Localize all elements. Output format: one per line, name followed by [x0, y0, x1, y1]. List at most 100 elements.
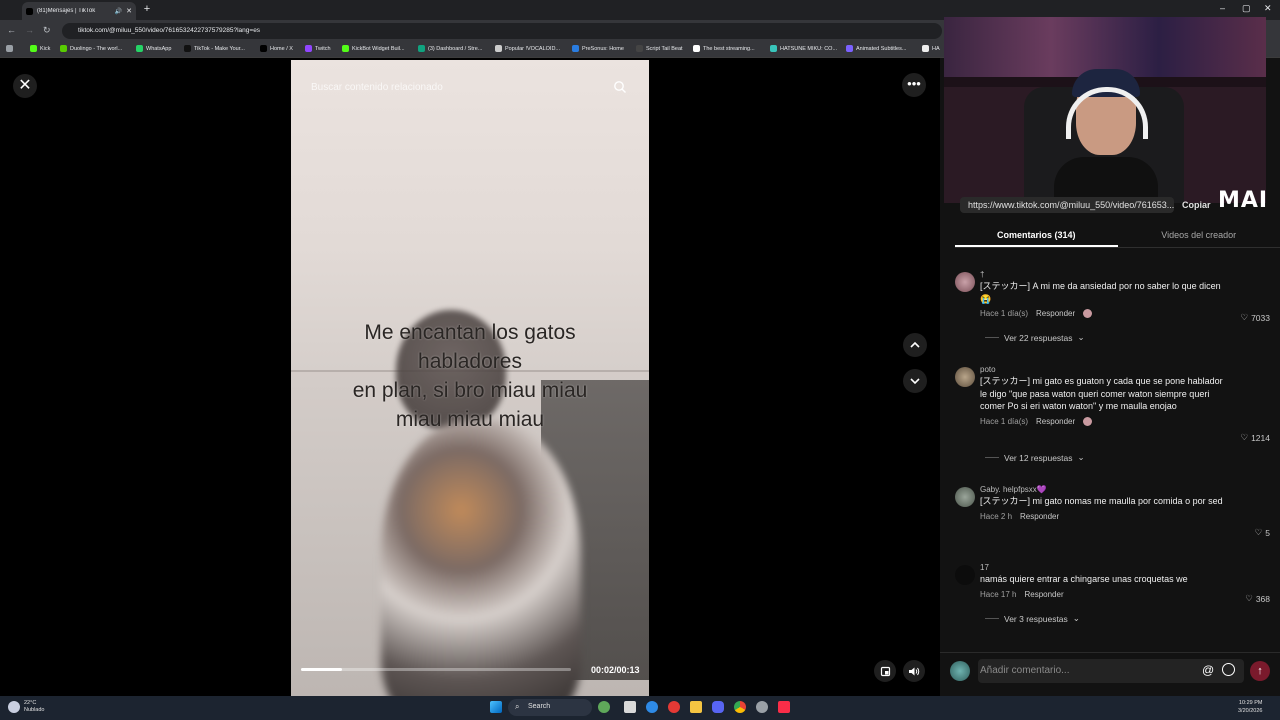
window-close-icon[interactable]: ✕ — [1264, 3, 1272, 14]
view-replies-label: Ver 12 respuestas — [1004, 452, 1073, 463]
bookmark-item[interactable]: HATSUNE MIKU: CO... — [770, 45, 837, 52]
minimize-icon[interactable]: – — [1220, 3, 1225, 13]
next-video-button[interactable] — [903, 369, 927, 393]
share-link-row: https://www.tiktok.com/@miluu_550/video/… — [960, 196, 1240, 214]
volume-button[interactable] — [903, 660, 925, 682]
url-field[interactable]: tiktok.com/@miluu_550/video/761653242273… — [62, 23, 942, 39]
bookmark-item[interactable]: KickBot Widget Buil... — [342, 45, 405, 52]
close-video-button[interactable]: ✕ — [13, 74, 37, 98]
avatar[interactable] — [955, 272, 975, 292]
bookmark-item[interactable]: Animated Subtitles... — [846, 45, 906, 52]
comment-item: † [ステッカー] A mi me da ansiedad por no sab… — [955, 270, 1275, 343]
reply-button[interactable]: Responder — [1020, 512, 1059, 521]
bookmark-item[interactable]: Script Tail Beat — [636, 45, 683, 52]
bookmark-item[interactable]: PreSonus: Home — [572, 45, 624, 52]
new-tab-button[interactable]: + — [141, 4, 153, 16]
video-player[interactable]: Buscar contenido relacionado Me encantan… — [291, 60, 649, 696]
share-link[interactable]: https://www.tiktok.com/@miluu_550/video/… — [960, 197, 1174, 213]
avatar[interactable] — [955, 565, 975, 585]
send-arrow-icon: ↑ — [1257, 665, 1263, 677]
maximize-icon[interactable]: ▢ — [1242, 3, 1251, 14]
more-icon: ••• — [907, 76, 921, 91]
send-comment-button[interactable]: ↑ — [1250, 661, 1270, 681]
back-icon[interactable]: ← — [7, 25, 16, 35]
tab-close-icon[interactable]: ✕ — [126, 7, 132, 15]
edge-icon[interactable] — [646, 701, 658, 713]
avatar[interactable] — [950, 661, 970, 681]
comment-username[interactable]: Gaby. helpfpsxx💜 — [980, 485, 1230, 494]
like-button[interactable]: ♡ 368 — [1245, 593, 1270, 604]
copy-link-button[interactable]: Copiar — [1182, 200, 1211, 210]
bookmark-item[interactable]: Duolingo - The worl... — [60, 45, 122, 52]
apps-icon[interactable] — [6, 45, 13, 52]
browser-tab[interactable]: (81)Mensajes | TikTok 🔊 ✕ — [22, 2, 136, 20]
more-options-button[interactable]: ••• — [902, 73, 926, 97]
clock-date: 3/20/2026 — [1238, 707, 1263, 714]
bookmark-item[interactable]: Kick — [30, 45, 50, 52]
creator-liked-avatar — [1083, 416, 1093, 426]
system-clock[interactable]: 10:29 PM 3/20/2026 — [1238, 700, 1262, 715]
comment-item: 17 namás quiere entrar a chingarse unas … — [955, 563, 1275, 633]
bookmark-item[interactable]: WhatsApp — [136, 45, 171, 52]
clock-time: 10:29 PM — [1238, 700, 1263, 706]
discord-icon[interactable] — [712, 701, 724, 713]
tab-creator-videos[interactable]: Videos del creador — [1118, 224, 1280, 247]
chrome-icon[interactable] — [734, 701, 746, 713]
task-view-icon[interactable] — [624, 701, 636, 713]
settings-icon[interactable] — [756, 701, 768, 713]
taskbar-search[interactable]: ⌕ Search — [508, 699, 592, 716]
like-count: 5 — [1265, 527, 1270, 538]
comment-meta: Hace 17 h Responder — [980, 590, 1230, 599]
caption-line: miau miau miau — [395, 408, 545, 431]
mention-icon[interactable]: @ — [1202, 663, 1214, 677]
bookmark-item[interactable]: HA — [922, 45, 940, 52]
caption-line: habladores — [418, 350, 522, 373]
chrome-app-icon[interactable] — [668, 701, 680, 713]
bookmark-item[interactable]: The best streaming... — [693, 45, 755, 52]
avatar[interactable] — [955, 487, 975, 507]
comment-text: [ステッカー] mi gato nomas me maulla por comi… — [980, 496, 1223, 506]
comment-meta: Hace 2 h Responder — [980, 512, 1230, 521]
comment-username[interactable]: poto — [980, 365, 1230, 374]
comment-body: † [ステッカー] A mi me da ansiedad por no sab… — [980, 270, 1230, 318]
like-button[interactable]: ♡ 5 — [1255, 527, 1270, 538]
weather-widget[interactable]: 22°C Nublado — [8, 700, 45, 714]
bookmark-item[interactable]: Twitch — [305, 45, 331, 52]
like-button[interactable]: ♡ 1214 — [1240, 432, 1270, 443]
emoji-icon[interactable] — [1222, 663, 1235, 676]
search-icon[interactable] — [613, 80, 627, 94]
speaker-icon[interactable]: 🔊 — [115, 8, 122, 15]
video-progress-bar[interactable] — [301, 668, 571, 671]
chevron-down-icon: ⌄ — [1072, 613, 1080, 623]
reply-button[interactable]: Responder — [1036, 309, 1075, 318]
comment-body: Gaby. helpfpsxx💜 [ステッカー] mi gato nomas m… — [980, 485, 1230, 521]
reload-icon[interactable]: ↻ — [43, 25, 51, 36]
view-replies-button[interactable]: Ver 22 respuestas ⌄ — [985, 332, 1085, 343]
bookmark-item[interactable]: (3) Dashboard / Stre... — [418, 45, 482, 52]
widgets-icon[interactable] — [598, 701, 610, 713]
bookmark-item[interactable]: TikTok - Make Your... — [184, 45, 245, 52]
avatar[interactable] — [955, 367, 975, 387]
pip-button[interactable] — [874, 660, 896, 682]
weather-temp: 22°C — [24, 700, 37, 706]
bookmark-item[interactable]: Home / X — [260, 45, 293, 52]
view-replies-button[interactable]: Ver 3 respuestas ⌄ — [985, 613, 1080, 624]
reply-button[interactable]: Responder — [1036, 417, 1075, 426]
like-button[interactable]: ♡ 7033 — [1240, 312, 1270, 323]
view-replies-button[interactable]: Ver 12 respuestas ⌄ — [985, 452, 1085, 463]
tab-comments[interactable]: Comentarios (314) — [955, 224, 1118, 247]
comment-text: namás quiere entrar a chingarse unas cro… — [980, 574, 1188, 584]
comment-username[interactable]: 17 — [980, 563, 1230, 572]
music-app-icon[interactable] — [778, 701, 790, 713]
comment-username[interactable]: † — [980, 270, 1230, 279]
video-time: 00:02/00:13 — [591, 665, 640, 675]
previous-video-button[interactable] — [903, 333, 927, 357]
forward-icon[interactable]: → — [25, 25, 34, 35]
reply-button[interactable]: Responder — [1024, 590, 1063, 599]
file-explorer-icon[interactable] — [690, 701, 702, 713]
related-search-bar[interactable]: Buscar contenido relacionado — [301, 74, 637, 100]
start-icon[interactable] — [490, 701, 502, 713]
bookmark-item[interactable]: Popular !VOCALOID... — [495, 45, 560, 52]
panel-tabs: Comentarios (314) Videos del creador — [955, 224, 1280, 248]
taskbar-search-label: Search — [528, 703, 551, 710]
